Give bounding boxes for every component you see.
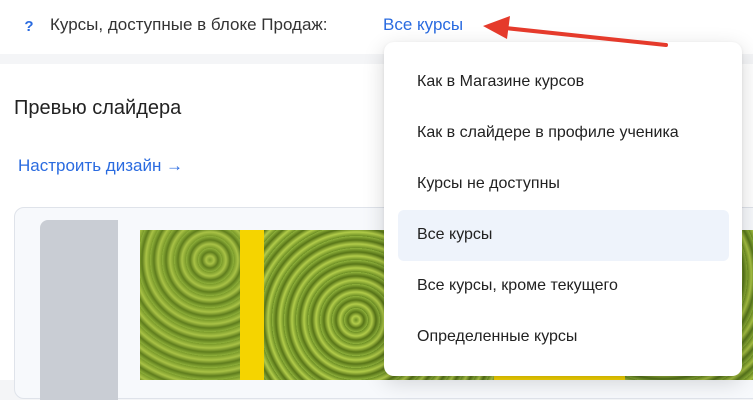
section-title: Превью слайдера [14, 97, 182, 119]
setting-label: Курсы, доступные в блоке Продаж: [50, 15, 328, 34]
customize-design-link[interactable]: Настроить дизайн → [18, 156, 183, 176]
dropdown-option-selected[interactable]: Все курсы [398, 210, 729, 261]
dropdown-option[interactable]: Как в слайдере в профиле ученика [398, 108, 729, 159]
slider-image [140, 230, 240, 380]
help-icon[interactable]: ? [22, 17, 36, 37]
slider-card-placeholder [40, 220, 118, 400]
dropdown-option[interactable]: Все курсы, кроме текущего [398, 261, 729, 312]
courses-dropdown-menu: Как в Магазине курсов Как в слайдере в п… [384, 42, 742, 376]
dropdown-option[interactable]: Как в Магазине курсов [398, 57, 729, 108]
dropdown-option[interactable]: Курсы не доступны [398, 159, 729, 210]
dropdown-option[interactable]: Определенные курсы [398, 312, 729, 363]
courses-select[interactable]: Все курсы [383, 15, 463, 35]
